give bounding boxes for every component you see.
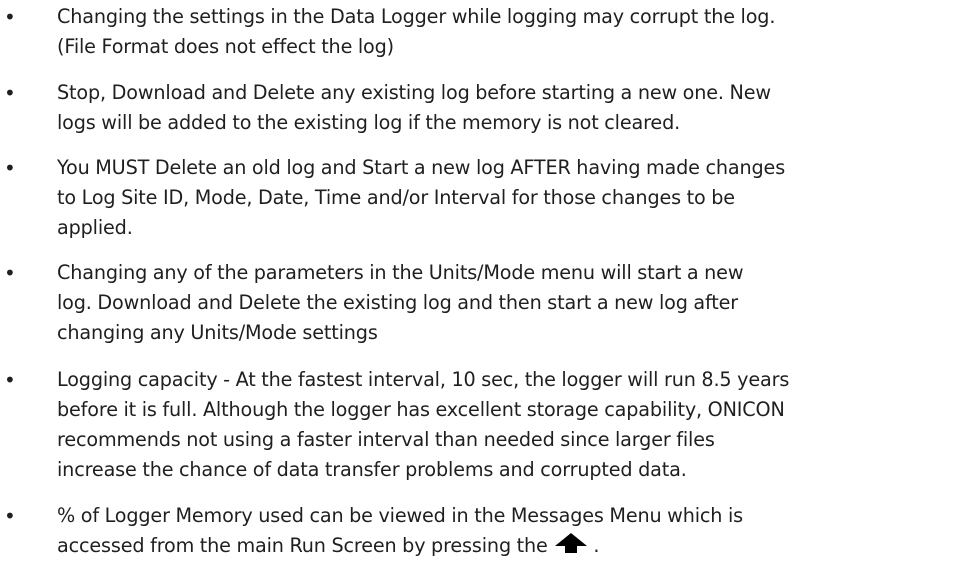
- note-text: You MUST Delete an old log and Start a n…: [57, 156, 786, 239]
- bullet: •: [4, 504, 16, 528]
- bullet: •: [4, 5, 16, 29]
- bullet: •: [4, 156, 16, 180]
- bullet: •: [4, 81, 16, 105]
- bullet: •: [4, 261, 16, 285]
- note-text-line: accessed from the main Run Screen by pre…: [57, 531, 971, 561]
- note-text: % of Logger Memory used can be viewed in…: [57, 501, 971, 561]
- note-text: Stop, Download and Delete any existing l…: [57, 81, 771, 134]
- note-text: Logging capacity - At the fastest interv…: [57, 368, 790, 481]
- note-text-line: % of Logger Memory used can be viewed in…: [57, 504, 743, 527]
- note-text-segment: accessed from the main Run Screen by pre…: [57, 534, 548, 557]
- note-text-segment: .: [593, 534, 600, 557]
- note-text: Changing any of the parameters in the Un…: [57, 261, 744, 344]
- up-arrow-icon: [554, 533, 587, 553]
- note-text: Changing the settings in the Data Logger…: [57, 5, 776, 58]
- bullet: •: [4, 368, 16, 392]
